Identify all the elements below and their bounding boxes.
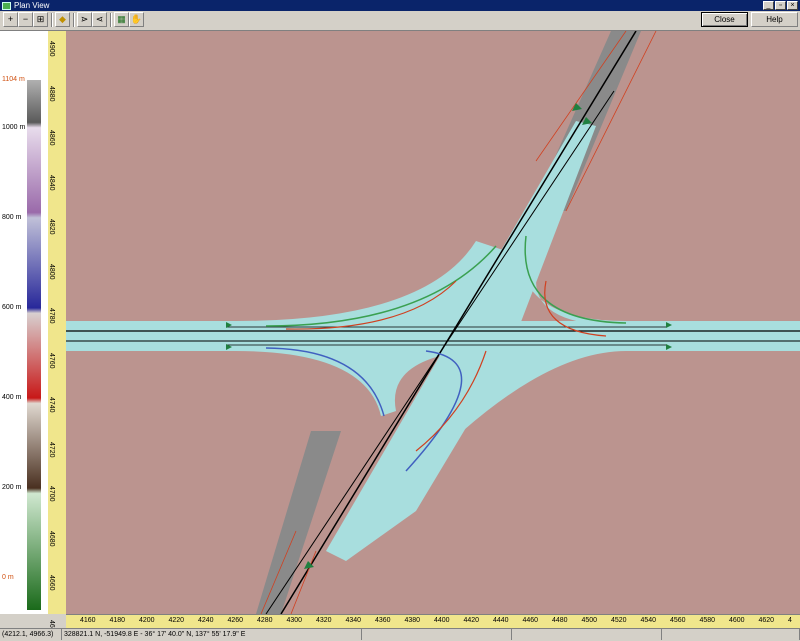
ruler-x-tick-label: 4520 (611, 617, 627, 624)
legend-min-label: 0 m (2, 574, 14, 581)
ruler-y-tick-label: 4760 (48, 352, 55, 369)
ruler-x-tick-label: 4240 (198, 617, 214, 624)
ruler-x-tick-label: 4280 (257, 617, 273, 624)
legend-label-400: 400 m (2, 394, 22, 401)
elevation-legend: 1104 m 1000 m 800 m 600 m 400 m 200 m 0 … (0, 31, 49, 614)
status-position: 328821.1 N, -51949.8 E - 36° 17' 40.0" N… (62, 629, 362, 640)
legend-label-800: 800 m (2, 214, 22, 221)
layer-button[interactable]: ◆ (55, 12, 70, 27)
status-cell-empty (662, 629, 800, 640)
ramp-north-west (236, 241, 506, 321)
ruler-y-tick-label: 4880 (48, 85, 55, 102)
ruler-y-tick-label: 4800 (48, 263, 55, 280)
status-bar: (4212.1, 4966.3) 328821.1 N, -51949.8 E … (0, 628, 800, 641)
horizontal-road-surface (66, 321, 800, 351)
ruler-x-tick-label: 4600 (729, 617, 745, 624)
status-coords: (4212.1, 4966.3) (0, 629, 62, 640)
layer-icon: ◆ (59, 14, 66, 24)
interchange-drawing (66, 31, 800, 614)
ruler-x-tick-label: 4400 (434, 617, 450, 624)
ruler-x-tick-label: 4200 (139, 617, 155, 624)
close-window-button[interactable]: × (787, 1, 798, 10)
merge-road-icon: ⋖ (95, 14, 104, 24)
ruler-x-tick-label: 4180 (109, 617, 126, 624)
ruler-x-tick-label: 4300 (286, 617, 303, 624)
ruler-x-tick-label: 4460 (522, 617, 539, 624)
grid-button[interactable]: ▦ (114, 12, 129, 27)
legend-max-label: 1104 m (2, 76, 25, 83)
zoom-in-button[interactable]: + (3, 12, 18, 27)
zoom-out-icon: − (22, 14, 29, 24)
ruler-x-tick-label: 4380 (404, 617, 421, 624)
zoom-in-icon: + (7, 14, 14, 24)
maximize-button[interactable]: ▫ (775, 1, 786, 10)
ruler-x-tick-label: 4440 (493, 617, 509, 624)
pan-button[interactable]: ✋ (129, 12, 144, 27)
merge-road-button[interactable]: ⋖ (92, 12, 107, 27)
toolbar-separator (110, 13, 112, 27)
help-button[interactable]: Help (751, 12, 798, 27)
ruler-x-tick-label: 4500 (581, 617, 598, 624)
elevation-color-bar (27, 80, 41, 610)
legend-label-1000: 1000 m (2, 124, 26, 131)
status-cell-empty (362, 629, 512, 640)
window-title: Plan View (14, 1, 50, 10)
ruler-x-tick-label: 4220 (168, 617, 185, 624)
legend-label-600: 600 m (2, 304, 22, 311)
zoom-extents-icon: ⊞ (36, 14, 45, 24)
split-road-icon: ⋗ (80, 14, 89, 24)
ruler-x-tick-label: 4320 (316, 617, 332, 624)
ruler-x-tick-label: 4340 (345, 617, 362, 624)
ruler-y-tick-label: 4840 (48, 174, 55, 191)
ruler-x-tick-label: 4480 (552, 617, 568, 624)
status-cell-empty (512, 629, 662, 640)
ruler-y-tick-label: 4660 (48, 575, 55, 591)
ruler-x-tick-label: 4160 (80, 617, 96, 624)
minimize-button[interactable]: _ (763, 1, 774, 10)
ruler-x-tick-label: 4 (788, 617, 792, 624)
zoom-extents-button[interactable]: ⊞ (33, 12, 48, 27)
close-button[interactable]: Close (701, 12, 748, 27)
ruler-y-tick-label: 4740 (48, 397, 55, 413)
pan-icon: ✋ (130, 14, 143, 24)
split-road-button[interactable]: ⋗ (77, 12, 92, 27)
title-bar: Plan View _ ▫ × (0, 0, 800, 11)
ruler-y-tick-label: 4680 (48, 530, 55, 547)
ruler-x-tick-label: 4360 (375, 617, 391, 624)
plan-view-map[interactable] (66, 31, 800, 614)
vertical-ruler: 4900 4880 4860 4840 4820 4800 4780 4760 4740 4720… (48, 31, 67, 635)
ruler-y-tick-label: 4720 (48, 441, 55, 458)
legend-label-200: 200 m (2, 484, 22, 491)
ruler-x-tick-label: 4540 (640, 617, 657, 624)
ruler-x-tick-label: 4260 (227, 617, 244, 624)
toolbar: + − ⊞ ◆ ⋗ ⋖ ▦ ✋ Close Help (0, 11, 800, 31)
ruler-x-tick-label: 4560 (670, 617, 686, 624)
ruler-y-tick-label: 4820 (48, 219, 55, 235)
ruler-x-tick-label: 4580 (699, 617, 716, 624)
toolbar-separator (51, 13, 53, 27)
ruler-y-tick-label: 4780 (48, 308, 55, 324)
horizontal-ruler: 4160 4180 4200 4220 4240 4260 4280 4300 4320 4340… (66, 614, 800, 628)
grid-icon: ▦ (117, 14, 126, 24)
app-icon (2, 1, 11, 10)
ruler-y-tick-label: 4860 (48, 130, 55, 146)
toolbar-separator (73, 13, 75, 27)
ruler-x-tick-label: 4420 (463, 617, 480, 624)
ruler-x-tick-label: 4620 (758, 617, 775, 624)
ruler-y-tick-label: 4900 (48, 41, 55, 57)
zoom-out-button[interactable]: − (18, 12, 33, 27)
ruler-y-tick-label: 4700 (48, 486, 55, 502)
